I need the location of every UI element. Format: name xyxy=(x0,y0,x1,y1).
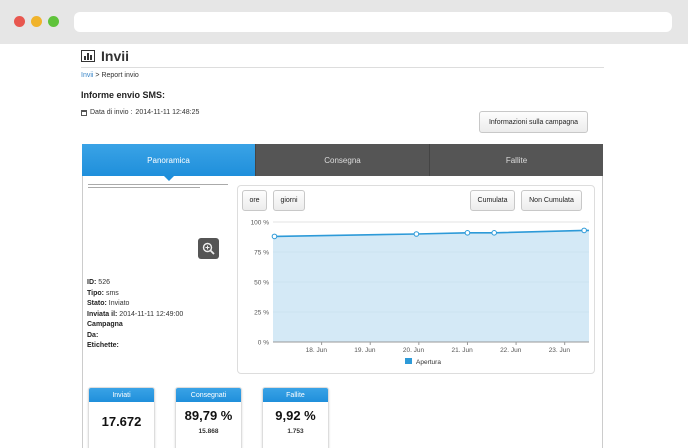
stat-card: Fallite 9,92 % 1.753 xyxy=(262,387,329,448)
series-area xyxy=(273,230,589,342)
non-cumulative-button[interactable]: Non Cumulata xyxy=(521,190,582,211)
stat-card: Inviati 17.672 xyxy=(88,387,155,448)
breadcrumb: Invii > Report invio xyxy=(81,72,139,79)
open-rate-chart: 100 % 75 % 50 % 25 % 0 % 18. Jun 19. Jun 20. Ju… xyxy=(251,220,589,366)
stat-card-title: Consegnati xyxy=(176,388,241,402)
stat-card-sub: 1.753 xyxy=(287,428,304,435)
y-tick-label: 100 % xyxy=(251,220,270,227)
y-tick-label: 25 % xyxy=(254,310,269,317)
stat-card-sub: 15.868 xyxy=(198,428,219,435)
detail-id: ID: 526 xyxy=(87,279,110,286)
title-divider xyxy=(81,67,604,68)
stat-card-value: 9,92 % xyxy=(275,408,316,423)
report-tabs: Panoramica Consegna Fallite xyxy=(82,144,603,181)
send-date-label: Data di invio : xyxy=(90,109,133,116)
page-title: Invii xyxy=(81,48,129,64)
y-tick-label: 75 % xyxy=(254,250,269,257)
breadcrumb-current: Report invio xyxy=(101,72,139,79)
report-heading: Informe envio SMS: xyxy=(81,90,166,100)
detail-etichette: Etichette: xyxy=(87,342,119,349)
data-point xyxy=(413,231,420,237)
data-point xyxy=(464,230,471,236)
granularity-days-button[interactable]: giorni xyxy=(273,190,305,211)
breadcrumb-link-invii[interactable]: Invii xyxy=(81,72,93,79)
x-tick-label: 23. Jun xyxy=(549,347,571,354)
close-window-icon[interactable] xyxy=(14,16,25,27)
stat-card-value: 89,79 % xyxy=(184,408,233,423)
granularity-hours-button[interactable]: ore xyxy=(242,190,267,211)
x-tick-label: 21. Jun xyxy=(451,347,473,354)
magnifier-plus-icon xyxy=(202,242,215,255)
cumulative-button[interactable]: Cumulata xyxy=(470,190,515,211)
tab-consegna[interactable]: Consegna xyxy=(255,144,429,176)
calendar-icon xyxy=(81,109,87,116)
y-tick-label: 50 % xyxy=(254,280,269,287)
zoom-preview-button[interactable] xyxy=(198,238,219,259)
detail-da: Da: xyxy=(87,331,99,339)
stat-card: Consegnati 89,79 % 15.868 xyxy=(175,387,242,448)
x-tick-label: 19. Jun xyxy=(354,347,376,354)
data-point xyxy=(271,233,278,240)
y-tick-label: 0 % xyxy=(258,340,269,347)
data-point xyxy=(581,227,587,234)
campaign-info-button[interactable]: Informazioni sulla campagna xyxy=(479,111,588,133)
detail-tipo: Tipo: sms xyxy=(87,289,119,297)
campaign-details: ID: 526 Tipo: sms Stato: Inviato Inviata… xyxy=(87,278,183,352)
stat-card-title: Inviati xyxy=(89,388,154,402)
detail-stato: Stato: Inviato xyxy=(87,300,130,307)
stat-card-value: 17.672 xyxy=(101,414,142,429)
bar-chart-icon xyxy=(81,50,95,62)
tab-panoramica[interactable]: Panoramica xyxy=(82,144,255,181)
page-viewport: Invii Invii > Report invio Informe envio… xyxy=(0,44,688,448)
tab-fallite[interactable]: Fallite xyxy=(429,144,603,176)
send-date-value: 2014-11-11 12:48:25 xyxy=(135,109,200,116)
legend-label: Apertura xyxy=(416,359,441,366)
data-point xyxy=(491,230,498,236)
minimize-window-icon[interactable] xyxy=(31,16,42,27)
address-bar[interactable] xyxy=(74,12,672,32)
detail-inviata: Inviata il: 2014-11-11 12:49:00 xyxy=(87,310,184,318)
send-date: Data di invio : 2014-11-11 12:48:25 xyxy=(81,109,199,116)
x-tick-label: 18. Jun xyxy=(306,347,328,354)
maximize-window-icon[interactable] xyxy=(48,16,59,27)
legend-swatch xyxy=(405,358,412,364)
x-tick-label: 20. Jun xyxy=(403,347,425,354)
x-tick-label: 22. Jun xyxy=(500,347,522,354)
page-title-text: Invii xyxy=(101,48,130,64)
detail-campagna: Campagna xyxy=(87,321,123,328)
stat-card-title: Fallite xyxy=(263,388,328,402)
message-preview-thumbnail xyxy=(88,184,228,192)
browser-chrome xyxy=(0,0,688,44)
